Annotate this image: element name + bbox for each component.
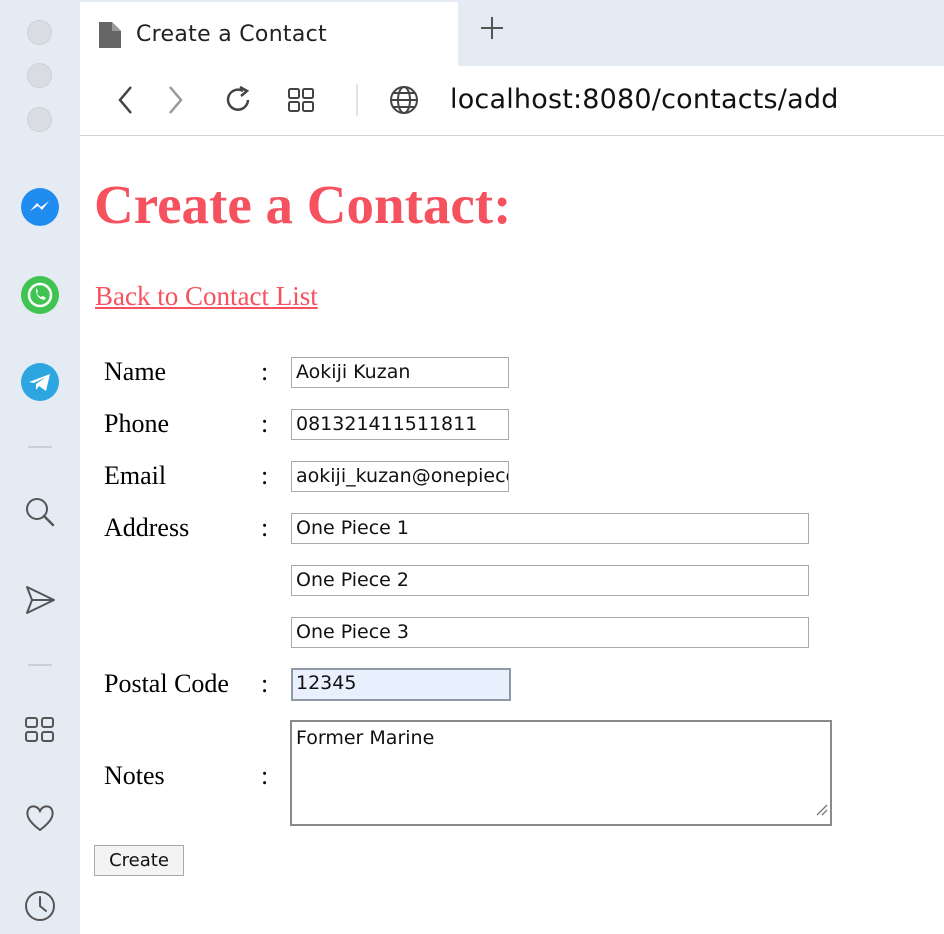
notes-textarea[interactable]: Former Marine	[290, 720, 832, 826]
sidebar-separator	[28, 664, 52, 666]
address-line-2-input[interactable]: One Piece 2	[291, 565, 809, 596]
back-to-contact-list-link[interactable]: Back to Contact List	[95, 281, 318, 312]
search-icon[interactable]	[20, 492, 60, 532]
clock-icon[interactable]	[20, 886, 60, 926]
browser-sidebar	[0, 0, 80, 934]
heart-icon[interactable]	[20, 798, 60, 838]
email-colon: :	[261, 461, 269, 490]
toolbar-divider	[356, 84, 358, 116]
postal-code-label: Postal Code	[104, 669, 229, 698]
globe-icon	[387, 83, 421, 117]
address-label: Address	[104, 513, 190, 542]
phone-label: Phone	[104, 409, 169, 438]
resize-grip-icon[interactable]	[814, 798, 828, 822]
tab-create-contact[interactable]: Create a Contact	[80, 2, 458, 66]
notes-label: Notes	[104, 761, 165, 790]
email-label: Email	[104, 461, 167, 490]
back-button[interactable]	[109, 83, 143, 117]
address-line-1-input[interactable]: One Piece 1	[291, 513, 809, 544]
forward-button[interactable]	[158, 83, 192, 117]
phone-input[interactable]: 081321411511811	[291, 409, 509, 440]
address-bar[interactable]: localhost:8080/contacts/add	[450, 84, 839, 115]
address-line-3-input[interactable]: One Piece 3	[291, 617, 809, 648]
new-tab-button[interactable]	[478, 14, 506, 42]
name-colon: :	[261, 357, 269, 386]
sidebar-separator	[28, 446, 52, 448]
notes-text: Former Marine	[296, 727, 435, 749]
postal-code-colon: :	[261, 669, 269, 698]
address-colon: :	[261, 513, 269, 542]
email-input[interactable]: aokiji_kuzan@onepiece	[291, 461, 509, 492]
document-icon	[97, 20, 123, 55]
reload-button[interactable]	[221, 83, 255, 117]
page-content: Create a Contact: Back to Contact List N…	[80, 137, 944, 934]
phone-colon: :	[261, 409, 269, 438]
whatsapp-icon[interactable]	[20, 275, 60, 315]
grid-icon[interactable]	[20, 710, 60, 750]
telegram-icon[interactable]	[20, 362, 60, 402]
tab-title: Create a Contact	[136, 22, 327, 47]
name-label: Name	[104, 357, 167, 386]
address-toolbar: localhost:8080/contacts/add	[80, 66, 944, 136]
tab-overview-button[interactable]	[284, 83, 318, 117]
window-maximize-button[interactable]	[27, 107, 52, 132]
messenger-icon[interactable]	[20, 187, 60, 227]
postal-code-input[interactable]: 12345	[291, 668, 511, 701]
create-button[interactable]: Create	[94, 845, 184, 876]
notes-colon: :	[261, 761, 269, 790]
window-minimize-button[interactable]	[27, 63, 52, 88]
name-input[interactable]: Aokiji Kuzan	[291, 357, 509, 388]
send-icon[interactable]	[20, 580, 60, 620]
tab-strip: Create a Contact	[80, 0, 944, 66]
page-title: Create a Contact:	[94, 174, 512, 235]
window-close-button[interactable]	[27, 20, 52, 45]
